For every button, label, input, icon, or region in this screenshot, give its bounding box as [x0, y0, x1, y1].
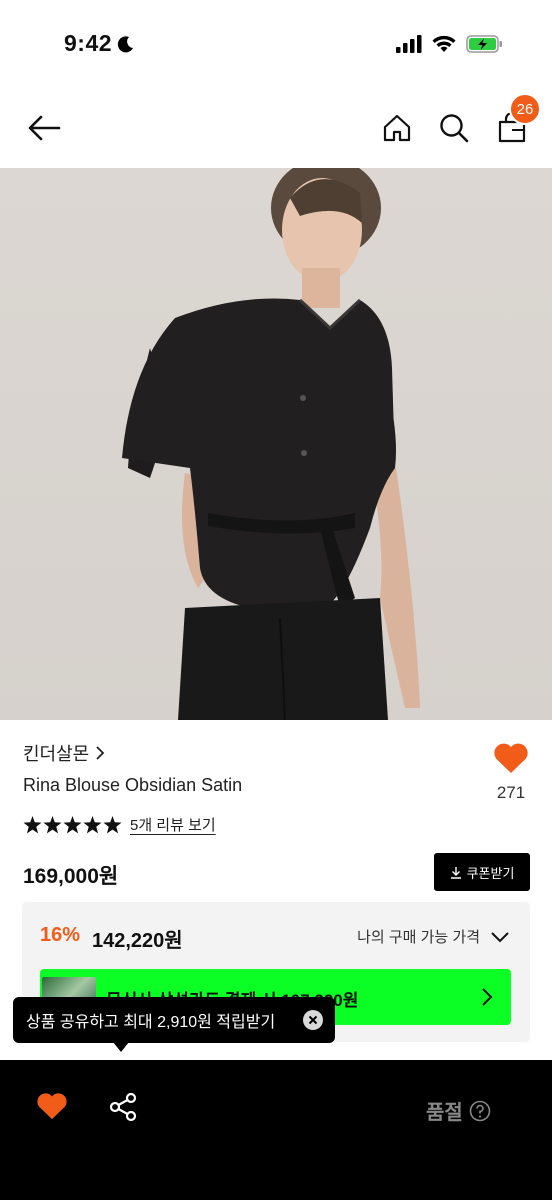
- product-image[interactable]: [0, 168, 552, 720]
- rating-row: 5개 리뷰 보기: [23, 814, 216, 835]
- star-icon: [83, 815, 102, 833]
- star-icon: [43, 815, 62, 833]
- search-button[interactable]: [436, 108, 472, 148]
- tooltip-close-button[interactable]: [303, 1010, 323, 1030]
- share-reward-tooltip: 상품 공유하고 최대 2,910원 적립받기: [13, 997, 335, 1043]
- arrow-left-icon: [28, 115, 61, 141]
- home-button[interactable]: [380, 108, 414, 148]
- product-name: Rina Blouse Obsidian Satin: [23, 775, 243, 795]
- status-time: 9:42: [64, 30, 136, 57]
- my-price-label: 나의 구매 가능 가격: [357, 929, 480, 946]
- home-icon: [383, 114, 411, 142]
- soldout-status: 품절: [426, 1096, 491, 1125]
- share-icon: [109, 1092, 137, 1122]
- product-price: 169,000원: [23, 865, 119, 888]
- chevron-down-icon: [491, 931, 509, 942]
- star-icon: [23, 815, 42, 833]
- bottom-action-bar: 품절: [0, 1060, 552, 1200]
- chevron-right-icon: [96, 746, 105, 760]
- cellular-signal-icon: [396, 35, 422, 53]
- moon-icon: [117, 35, 134, 52]
- heart-icon: [494, 743, 528, 773]
- review-link[interactable]: 5개 리뷰 보기: [130, 814, 216, 835]
- status-indicators: [396, 34, 504, 54]
- star-icon: [103, 815, 122, 833]
- discount-price: 142,220원: [92, 930, 183, 952]
- top-nav-bar: [0, 90, 552, 168]
- product-photo-illustration: [122, 168, 420, 720]
- star-icon: [63, 815, 82, 833]
- back-button[interactable]: [24, 110, 64, 146]
- status-bar: 9:42: [0, 0, 552, 90]
- download-icon: [450, 866, 461, 879]
- rating-stars: [23, 815, 122, 834]
- like-count: 271: [496, 783, 526, 802]
- tooltip-tail: [113, 1042, 129, 1052]
- coupon-button-label: 쿠폰받기: [466, 865, 515, 881]
- coupon-button[interactable]: 쿠폰받기: [434, 853, 530, 891]
- brand-name: 킨더살몬: [23, 744, 90, 764]
- brand-link[interactable]: 킨더살몬: [23, 740, 105, 766]
- share-button[interactable]: [108, 1092, 138, 1127]
- discount-rate: 16%: [40, 924, 81, 946]
- soldout-label: 품절: [426, 1102, 463, 1124]
- my-price-toggle[interactable]: 나의 구매 가능 가격: [357, 926, 510, 947]
- like-button[interactable]: 271: [490, 742, 532, 803]
- heart-icon: [37, 1093, 67, 1120]
- status-time-text: 9:42: [64, 30, 113, 56]
- search-icon: [440, 114, 469, 143]
- chevron-right-icon: [482, 988, 493, 1006]
- close-icon: [308, 1015, 318, 1025]
- help-circle-icon[interactable]: [469, 1100, 491, 1122]
- bottom-like-button[interactable]: [36, 1092, 68, 1125]
- cart-count-badge: 26: [509, 93, 541, 125]
- tooltip-text: 상품 공유하고 최대 2,910원 적립받기: [26, 1014, 276, 1031]
- battery-charging-icon: [466, 35, 502, 53]
- wifi-icon: [432, 35, 456, 52]
